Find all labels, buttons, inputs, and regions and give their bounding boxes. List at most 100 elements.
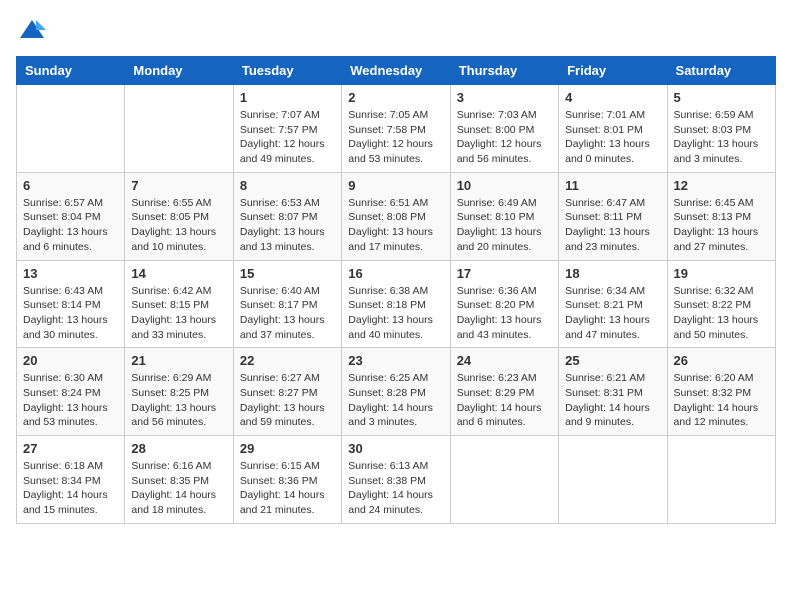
day-info: Sunrise: 6:13 AM Sunset: 8:38 PM Dayligh… (348, 459, 443, 518)
day-info: Sunrise: 6:21 AM Sunset: 8:31 PM Dayligh… (565, 371, 660, 430)
calendar-cell (17, 85, 125, 173)
day-number: 19 (674, 266, 769, 281)
calendar-table: SundayMondayTuesdayWednesdayThursdayFrid… (16, 56, 776, 524)
day-info: Sunrise: 7:07 AM Sunset: 7:57 PM Dayligh… (240, 108, 335, 167)
calendar-cell: 19Sunrise: 6:32 AM Sunset: 8:22 PM Dayli… (667, 260, 775, 348)
day-number: 5 (674, 90, 769, 105)
calendar-week-row: 1 Sunrise: 7:07 AM Sunset: 7:57 PM Daylig… (17, 85, 776, 173)
day-number: 12 (674, 178, 769, 193)
day-info: Sunrise: 6:42 AM Sunset: 8:15 PM Dayligh… (131, 284, 226, 343)
col-header-thursday: Thursday (450, 57, 558, 85)
day-number: 7 (131, 178, 226, 193)
day-number: 10 (457, 178, 552, 193)
day-info: Sunrise: 6:43 AM Sunset: 8:14 PM Dayligh… (23, 284, 118, 343)
calendar-week-row: 27 Sunrise: 6:18 AM Sunset: 8:34 PM Dayli… (17, 436, 776, 524)
day-number: 13 (23, 266, 118, 281)
calendar-cell: 14 Sunrise: 6:42 AM Sunset: 8:15 PM Dayli… (125, 260, 233, 348)
day-info: Sunrise: 7:05 AM Sunset: 7:58 PM Dayligh… (348, 108, 443, 167)
calendar-cell: 9Sunrise: 6:51 AM Sunset: 8:08 PM Daylig… (342, 172, 450, 260)
calendar-cell: 1 Sunrise: 7:07 AM Sunset: 7:57 PM Daylig… (233, 85, 341, 173)
day-number: 17 (457, 266, 552, 281)
calendar-cell: 6 Sunrise: 6:57 AM Sunset: 8:04 PM Daylig… (17, 172, 125, 260)
col-header-saturday: Saturday (667, 57, 775, 85)
day-number: 24 (457, 353, 552, 368)
calendar-cell: 28Sunrise: 6:16 AM Sunset: 8:35 PM Dayli… (125, 436, 233, 524)
day-number: 28 (131, 441, 226, 456)
day-number: 20 (23, 353, 118, 368)
day-number: 23 (348, 353, 443, 368)
day-info: Sunrise: 6:45 AM Sunset: 8:13 PM Dayligh… (674, 196, 769, 255)
calendar-cell: 2 Sunrise: 7:05 AM Sunset: 7:58 PM Daylig… (342, 85, 450, 173)
calendar-cell: 26 Sunrise: 6:20 AM Sunset: 8:32 PM Dayli… (667, 348, 775, 436)
day-info: Sunrise: 6:40 AM Sunset: 8:17 PM Dayligh… (240, 284, 335, 343)
calendar-cell: 20 Sunrise: 6:30 AM Sunset: 8:24 PM Dayli… (17, 348, 125, 436)
calendar-cell: 29 Sunrise: 6:15 AM Sunset: 8:36 PM Dayli… (233, 436, 341, 524)
calendar-cell: 3Sunrise: 7:03 AM Sunset: 8:00 PM Daylig… (450, 85, 558, 173)
day-info: Sunrise: 6:18 AM Sunset: 8:34 PM Dayligh… (23, 459, 118, 518)
day-info: Sunrise: 6:36 AM Sunset: 8:20 PM Dayligh… (457, 284, 552, 343)
day-number: 27 (23, 441, 118, 456)
day-number: 11 (565, 178, 660, 193)
calendar-cell: 10 Sunrise: 6:49 AM Sunset: 8:10 PM Dayli… (450, 172, 558, 260)
day-info: Sunrise: 6:23 AM Sunset: 8:29 PM Dayligh… (457, 371, 552, 430)
calendar-cell: 5 Sunrise: 6:59 AM Sunset: 8:03 PM Daylig… (667, 85, 775, 173)
calendar-cell: 16 Sunrise: 6:38 AM Sunset: 8:18 PM Dayli… (342, 260, 450, 348)
day-info: Sunrise: 6:59 AM Sunset: 8:03 PM Dayligh… (674, 108, 769, 167)
calendar-cell: 4 Sunrise: 7:01 AM Sunset: 8:01 PM Daylig… (559, 85, 667, 173)
calendar-cell: 7 Sunrise: 6:55 AM Sunset: 8:05 PM Daylig… (125, 172, 233, 260)
day-number: 25 (565, 353, 660, 368)
calendar-week-row: 13 Sunrise: 6:43 AM Sunset: 8:14 PM Dayli… (17, 260, 776, 348)
day-info: Sunrise: 6:29 AM Sunset: 8:25 PM Dayligh… (131, 371, 226, 430)
day-number: 16 (348, 266, 443, 281)
col-header-monday: Monday (125, 57, 233, 85)
day-number: 18 (565, 266, 660, 281)
calendar-header-row: SundayMondayTuesdayWednesdayThursdayFrid… (17, 57, 776, 85)
day-number: 2 (348, 90, 443, 105)
calendar-week-row: 20 Sunrise: 6:30 AM Sunset: 8:24 PM Dayli… (17, 348, 776, 436)
day-info: Sunrise: 6:53 AM Sunset: 8:07 PM Dayligh… (240, 196, 335, 255)
day-info: Sunrise: 6:20 AM Sunset: 8:32 PM Dayligh… (674, 371, 769, 430)
calendar-cell (559, 436, 667, 524)
col-header-sunday: Sunday (17, 57, 125, 85)
calendar-cell: 12 Sunrise: 6:45 AM Sunset: 8:13 PM Dayli… (667, 172, 775, 260)
calendar-cell (450, 436, 558, 524)
calendar-cell (125, 85, 233, 173)
calendar-cell: 21 Sunrise: 6:29 AM Sunset: 8:25 PM Dayli… (125, 348, 233, 436)
calendar-cell: 13 Sunrise: 6:43 AM Sunset: 8:14 PM Dayli… (17, 260, 125, 348)
day-info: Sunrise: 6:25 AM Sunset: 8:28 PM Dayligh… (348, 371, 443, 430)
day-number: 1 (240, 90, 335, 105)
day-info: Sunrise: 6:47 AM Sunset: 8:11 PM Dayligh… (565, 196, 660, 255)
day-number: 6 (23, 178, 118, 193)
calendar-cell: 8Sunrise: 6:53 AM Sunset: 8:07 PM Daylig… (233, 172, 341, 260)
day-number: 14 (131, 266, 226, 281)
day-info: Sunrise: 6:57 AM Sunset: 8:04 PM Dayligh… (23, 196, 118, 255)
day-number: 22 (240, 353, 335, 368)
day-number: 15 (240, 266, 335, 281)
calendar-cell: 18 Sunrise: 6:34 AM Sunset: 8:21 PM Dayli… (559, 260, 667, 348)
day-number: 9 (348, 178, 443, 193)
logo (16, 16, 46, 44)
col-header-tuesday: Tuesday (233, 57, 341, 85)
day-info: Sunrise: 6:15 AM Sunset: 8:36 PM Dayligh… (240, 459, 335, 518)
logo-icon (18, 16, 46, 44)
day-number: 29 (240, 441, 335, 456)
col-header-friday: Friday (559, 57, 667, 85)
col-header-wednesday: Wednesday (342, 57, 450, 85)
day-number: 21 (131, 353, 226, 368)
day-number: 30 (348, 441, 443, 456)
day-info: Sunrise: 6:30 AM Sunset: 8:24 PM Dayligh… (23, 371, 118, 430)
day-number: 4 (565, 90, 660, 105)
day-info: Sunrise: 7:01 AM Sunset: 8:01 PM Dayligh… (565, 108, 660, 167)
calendar-cell: 25 Sunrise: 6:21 AM Sunset: 8:31 PM Dayli… (559, 348, 667, 436)
calendar-cell: 27 Sunrise: 6:18 AM Sunset: 8:34 PM Dayli… (17, 436, 125, 524)
day-number: 26 (674, 353, 769, 368)
calendar-cell: 15 Sunrise: 6:40 AM Sunset: 8:17 PM Dayli… (233, 260, 341, 348)
day-info: Sunrise: 6:34 AM Sunset: 8:21 PM Dayligh… (565, 284, 660, 343)
day-info: Sunrise: 6:27 AM Sunset: 8:27 PM Dayligh… (240, 371, 335, 430)
calendar-cell: 22 Sunrise: 6:27 AM Sunset: 8:27 PM Dayli… (233, 348, 341, 436)
day-info: Sunrise: 6:55 AM Sunset: 8:05 PM Dayligh… (131, 196, 226, 255)
day-info: Sunrise: 6:49 AM Sunset: 8:10 PM Dayligh… (457, 196, 552, 255)
day-info: Sunrise: 6:38 AM Sunset: 8:18 PM Dayligh… (348, 284, 443, 343)
calendar-cell: 17 Sunrise: 6:36 AM Sunset: 8:20 PM Dayli… (450, 260, 558, 348)
calendar-week-row: 6 Sunrise: 6:57 AM Sunset: 8:04 PM Daylig… (17, 172, 776, 260)
